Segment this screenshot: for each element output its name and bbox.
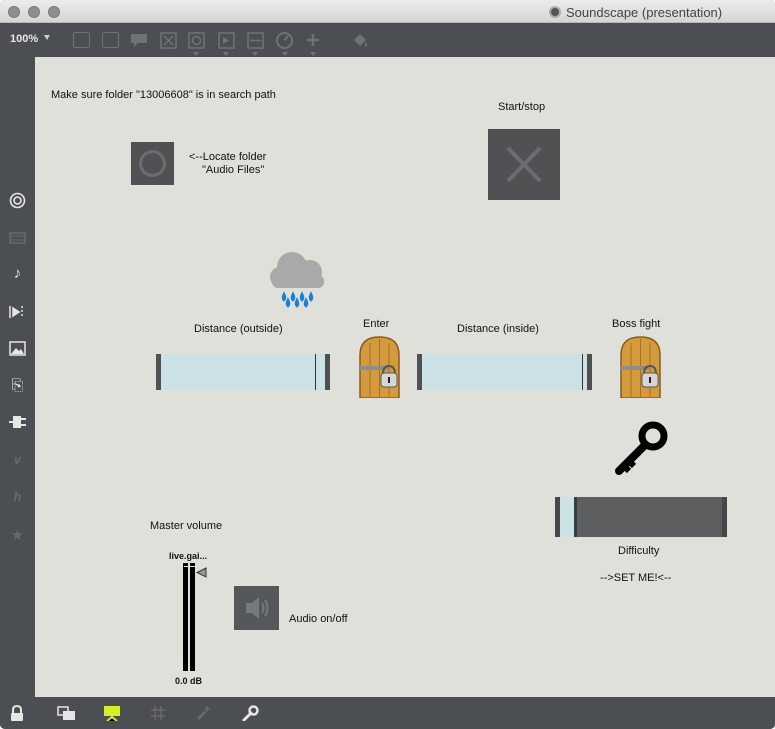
- window-title: Soundscape (presentation): [549, 4, 722, 20]
- master-volume-label: Master volume: [150, 520, 223, 532]
- distance-inside-slider[interactable]: [417, 354, 592, 390]
- gain-slider-handle-icon[interactable]: [196, 567, 207, 578]
- presentation-mode-icon[interactable]: [103, 705, 121, 721]
- hype-icon[interactable]: h: [9, 488, 26, 505]
- title-bar: Soundscape (presentation): [0, 0, 775, 23]
- zoom-window-button[interactable]: [48, 6, 60, 18]
- plug-icon[interactable]: [9, 415, 26, 432]
- image-icon[interactable]: [9, 341, 26, 358]
- grid-icon[interactable]: [150, 705, 168, 721]
- minimize-window-button[interactable]: [28, 6, 40, 18]
- music-note-icon[interactable]: ♪: [9, 265, 26, 282]
- distance-inside-label: Distance (inside): [457, 323, 539, 335]
- patch-windows-icon[interactable]: [57, 705, 75, 721]
- gain-meter-divider: [184, 566, 195, 567]
- snap-icon[interactable]: [195, 705, 213, 721]
- playbar-dropdown-icon[interactable]: [223, 52, 229, 56]
- paperclip-icon[interactable]: ⎘: [9, 377, 26, 394]
- button-dropdown-icon[interactable]: [193, 52, 199, 56]
- star-icon[interactable]: ★: [9, 526, 26, 544]
- set-me-label: -->SET ME!<--: [600, 572, 672, 584]
- add-dropdown-icon[interactable]: [310, 52, 316, 56]
- media-icon[interactable]: [9, 304, 26, 321]
- gain-meter-left: [183, 563, 188, 671]
- locked-door-enter-icon[interactable]: [358, 335, 401, 398]
- slider-indicator: [315, 354, 316, 390]
- locate-folder-label: <--Locate folder: [189, 151, 267, 163]
- presentation-frame-icon[interactable]: [73, 32, 90, 48]
- locked-door-boss-icon[interactable]: [619, 335, 662, 398]
- dial-icon[interactable]: [275, 31, 294, 50]
- close-window-button[interactable]: [8, 6, 20, 18]
- toolbar: 100%: [0, 23, 775, 57]
- zoom-level[interactable]: 100%: [10, 33, 38, 45]
- bottom-bar: [0, 697, 775, 729]
- slider-indicator: [574, 497, 577, 537]
- message-box-icon[interactable]: [102, 32, 119, 48]
- start-stop-label: Start/stop: [498, 101, 546, 113]
- gain-name-label: live.gai...: [169, 551, 208, 561]
- difficulty-slider[interactable]: [555, 497, 727, 537]
- locate-folder-button[interactable]: [131, 142, 174, 185]
- patcher-canvas: Make sure folder "13006608" is in search…: [35, 57, 775, 697]
- difficulty-label: Difficulty: [618, 545, 660, 557]
- slider-indicator: [582, 354, 583, 390]
- instruction-text: Make sure folder "13006608" is in search…: [51, 89, 276, 101]
- distance-outside-label: Distance (outside): [194, 323, 283, 335]
- boss-fight-label: Boss fight: [612, 318, 661, 330]
- paint-bucket-icon[interactable]: [351, 32, 369, 49]
- document-icon: [549, 6, 561, 18]
- window-title-text: Soundscape (presentation): [566, 4, 723, 20]
- lock-icon[interactable]: [9, 705, 27, 721]
- enter-label: Enter: [363, 318, 390, 330]
- zoom-dropdown-icon[interactable]: [44, 35, 50, 40]
- close-x-icon: [506, 146, 542, 183]
- rain-cloud-icon: [270, 252, 324, 308]
- key-icon[interactable]: [613, 420, 669, 476]
- wrench-icon[interactable]: [241, 705, 259, 721]
- distance-outside-slider[interactable]: [156, 354, 330, 390]
- add-icon[interactable]: [305, 32, 321, 48]
- toggle-x-icon[interactable]: [160, 32, 177, 49]
- button-icon[interactable]: [188, 32, 205, 49]
- film-strip-icon[interactable]: [9, 231, 26, 248]
- left-sidebar: ♪ ⎘ v h ★: [0, 57, 35, 697]
- audio-files-label: "Audio Files": [202, 164, 265, 176]
- comment-icon[interactable]: [130, 33, 148, 48]
- target-icon[interactable]: [9, 192, 26, 209]
- dial-dropdown-icon[interactable]: [282, 52, 288, 56]
- audio-on-off-label: Audio on/off: [289, 613, 348, 625]
- slider-icon[interactable]: [247, 32, 264, 49]
- app-window: Soundscape (presentation) 100% ♪ ⎘ v h ★…: [0, 0, 775, 729]
- vimeo-icon[interactable]: v: [9, 451, 26, 468]
- audio-on-off-button[interactable]: [234, 586, 279, 630]
- start-stop-toggle[interactable]: [488, 129, 560, 200]
- playbar-icon[interactable]: [218, 32, 235, 49]
- speaker-icon: [246, 597, 269, 619]
- gain-value: 0.0 dB: [175, 676, 203, 686]
- gain-meter-right: [190, 563, 195, 671]
- slider-dropdown-icon[interactable]: [252, 52, 258, 56]
